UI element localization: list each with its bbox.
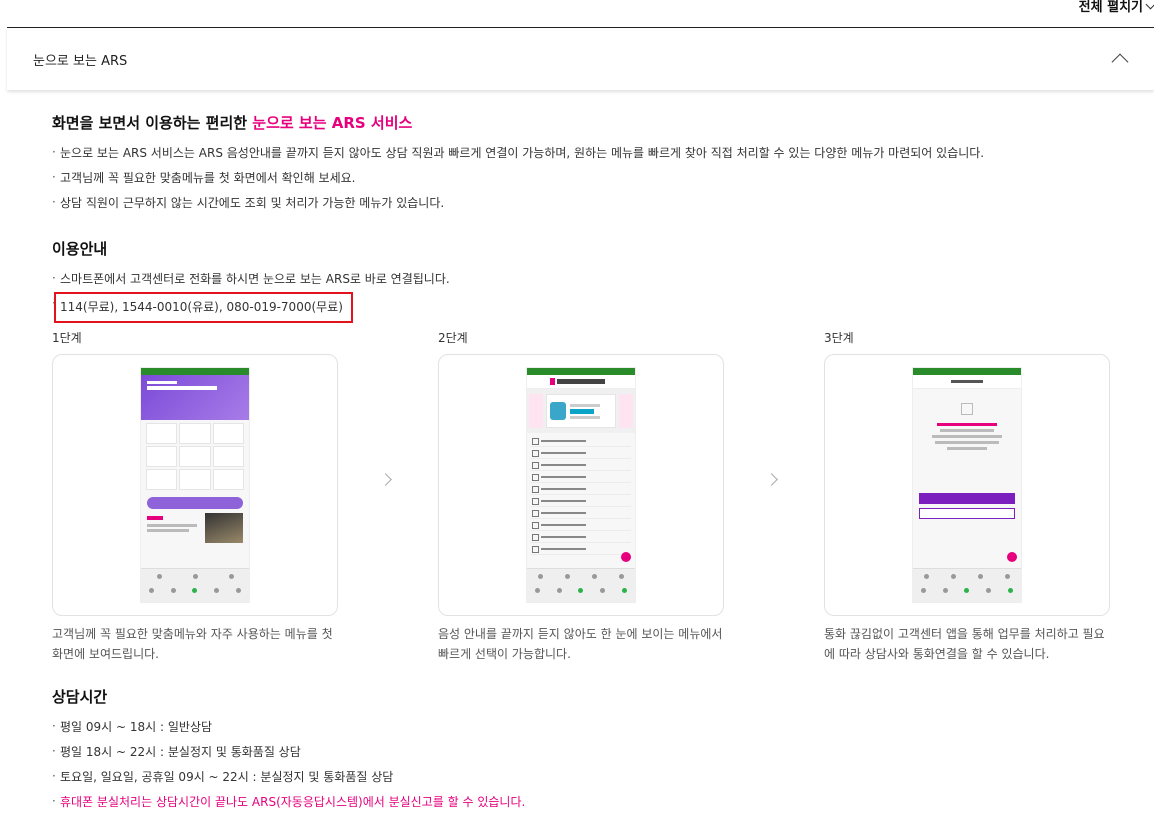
step-description-line: 빠르게 선택이 가능합니다.	[438, 647, 571, 661]
hours-list: 평일 09시 ~ 18시 : 일반상담 평일 18시 ~ 22시 : 분실정지 …	[52, 714, 1114, 815]
step-description: 고객님께 꼭 필요한 맞춤메뉴와 자주 사용하는 메뉴를 첫 화면에 보여드립니…	[52, 624, 338, 664]
accordion-header-ars[interactable]: 눈으로 보는 ARS	[7, 28, 1154, 90]
list-item: 평일 18시 ~ 22시 : 분실정지 및 통화품질 상담	[52, 739, 1114, 765]
accordion-content: 화면을 보면서 이용하는 편리한 눈으로 보는 ARS 서비스 눈으로 보는 A…	[52, 112, 1114, 815]
step-2: 2단계 음성 안내를 끝까지 듣지 않아도 한 눈에 보이는 메뉴에서 빠르게 …	[438, 329, 778, 664]
expand-all-label: 전체 펼치기	[1078, 0, 1143, 15]
list-item: 고객님께 꼭 필요한 맞춤메뉴를 첫 화면에서 확인해 보세요.	[52, 165, 1114, 191]
step-card	[52, 354, 392, 616]
step-label: 1단계	[52, 331, 82, 345]
step-description-line: 에 따라 상담사와 통화연결을 할 수 있습니다.	[824, 647, 1050, 661]
step-description-line: 고객님께 꼭 필요한 맞춤메뉴와 자주 사용하는 메뉴를 첫	[52, 627, 333, 641]
step-description-line: 음성 안내를 끝까지 듣지 않아도 한 눈에 보이는 메뉴에서	[438, 627, 723, 641]
step-label: 2단계	[438, 331, 468, 345]
step-3: 3단계 통화 끊김없이 고객센터 앱을 통해 업무를 처리하고 필요 에 따라 …	[824, 329, 1110, 664]
expand-all-button[interactable]: 전체 펼치기	[1079, 0, 1154, 15]
step-description: 통화 끊김없이 고객센터 앱을 통해 업무를 처리하고 필요 에 따라 상담사와…	[824, 624, 1110, 664]
step-description: 음성 안내를 끝까지 듣지 않아도 한 눈에 보이는 메뉴에서 빠르게 선택이 …	[438, 624, 724, 664]
step-description-line: 통화 끊김없이 고객센터 앱을 통해 업무를 처리하고 필요	[824, 627, 1105, 641]
step-description-line: 화면에 보여드립니다.	[52, 647, 159, 661]
list-item: 상담 직원이 근무하지 않는 시간에도 조회 및 처리가 가능한 메뉴가 있습니…	[52, 190, 1114, 216]
step-card	[438, 354, 778, 616]
phone-screenshot	[526, 367, 636, 603]
list-item: 평일 09시 ~ 18시 : 일반상담	[52, 714, 1114, 740]
intro-list: 눈으로 보는 ARS 서비스는 ARS 음성안내를 끝까지 듣지 않아도 상담 …	[52, 140, 1114, 216]
list-item: 눈으로 보는 ARS 서비스는 ARS 음성안내를 끝까지 듣지 않아도 상담 …	[52, 140, 1114, 166]
phone-numbers-item: 114(무료), 1544-0010(유료), 080-019-7000(무료)	[52, 291, 1114, 323]
intro-heading: 화면을 보면서 이용하는 편리한 눈으로 보는 ARS 서비스	[52, 112, 1114, 133]
phone-numbers: 114(무료), 1544-0010(유료), 080-019-7000(무료)	[60, 300, 343, 314]
step-label: 3단계	[824, 331, 854, 345]
chevron-down-icon	[1145, 0, 1154, 9]
chevron-right-icon	[765, 473, 778, 486]
phone-numbers-highlight: 114(무료), 1544-0010(유료), 080-019-7000(무료)	[54, 292, 353, 323]
phone-screenshot	[912, 367, 1022, 603]
hours-heading: 상담시간	[52, 688, 108, 706]
usage-heading: 이용안내	[52, 240, 108, 258]
list-item: 스마트폰에서 고객센터로 전화를 하시면 눈으로 보는 ARS로 바로 연결됩니…	[52, 266, 1114, 292]
intro-heading-prefix: 화면을 보면서 이용하는 편리한	[52, 114, 253, 132]
intro-heading-accent: 눈으로 보는 ARS 서비스	[252, 114, 413, 132]
usage-list: 스마트폰에서 고객센터로 전화를 하시면 눈으로 보는 ARS로 바로 연결됩니…	[52, 266, 1114, 323]
chevron-right-icon	[379, 473, 392, 486]
step-card	[824, 354, 1110, 616]
step-1: 1단계 고객님께 꼭 필요한 맞춤메뉴와 자주 사용하는 메뉴를 첫 화면에 보…	[52, 329, 392, 664]
steps-row: 1단계 고객님께 꼭 필요한 맞춤메뉴와 자주 사용하는 메뉴를 첫 화면에 보…	[52, 329, 1114, 664]
phone-screenshot	[140, 367, 250, 603]
lost-phone-notice: 휴대폰 분실처리는 상담시간이 끝나도 ARS(자동응답시스템)에서 분실신고를…	[52, 789, 1114, 815]
accordion-title: 눈으로 보는 ARS	[33, 53, 128, 69]
chevron-up-icon[interactable]	[1111, 53, 1129, 71]
list-item: 토요일, 일요일, 공휴일 09시 ~ 22시 : 분실정지 및 통화품질 상담	[52, 764, 1114, 790]
